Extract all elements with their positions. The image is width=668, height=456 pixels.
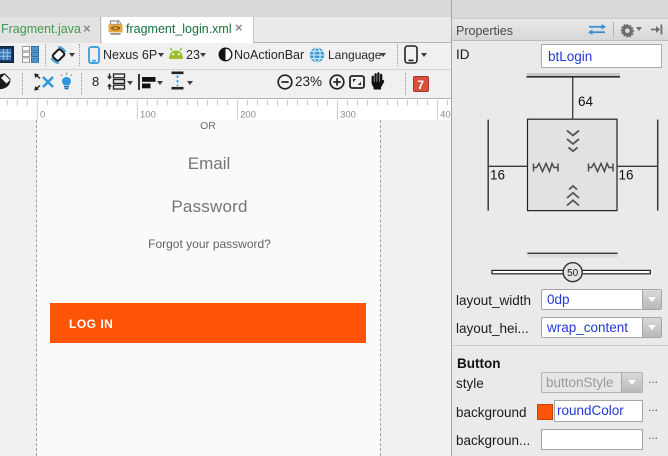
svg-text:50: 50 — [567, 268, 579, 279]
svg-text:16: 16 — [619, 168, 634, 183]
svg-text:<>: <> — [111, 24, 121, 33]
svg-text:200: 200 — [240, 110, 256, 121]
svg-text:400: 400 — [440, 110, 451, 121]
svg-text:16: 16 — [490, 168, 505, 183]
svg-text:300: 300 — [340, 110, 356, 121]
svg-text:0: 0 — [40, 110, 45, 121]
svg-text:64: 64 — [578, 94, 594, 109]
svg-text:100: 100 — [140, 110, 156, 121]
